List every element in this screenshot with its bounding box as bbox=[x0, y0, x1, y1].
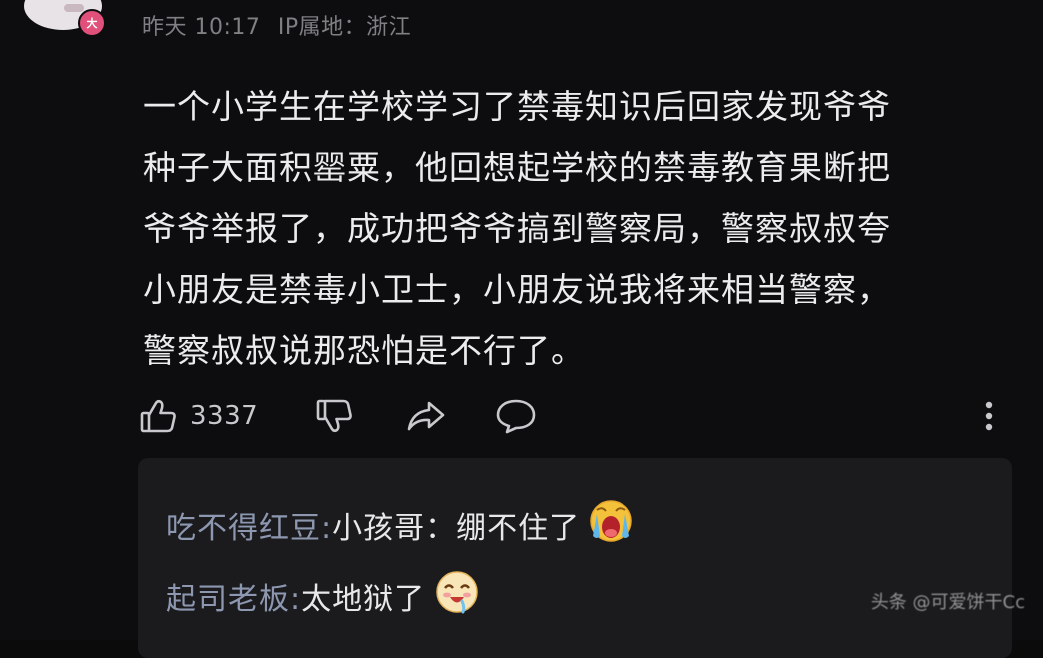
share-arrow-icon bbox=[404, 395, 448, 437]
watermark: 头条 @可爱饼干Cc bbox=[870, 592, 1025, 613]
share-button[interactable] bbox=[404, 392, 448, 440]
comment-line: 爷爷举报了，成功把爷爷搞到警察局，警察叔叔夸 bbox=[143, 209, 891, 248]
crying-emoji-icon bbox=[588, 498, 634, 552]
drooling-emoji-icon bbox=[433, 568, 481, 624]
like-count: 3337 bbox=[190, 401, 259, 431]
comment-line: 种子大面积罂粟，他回想起学校的禁毒教育果断把 bbox=[143, 148, 891, 187]
comment-time: 昨天 10:17 bbox=[142, 15, 261, 40]
level-badge-icon: 大 bbox=[78, 9, 106, 37]
reply-item[interactable]: 起司老板: 太地狱了 bbox=[166, 568, 481, 624]
comment-meta: 昨天 10:17 IP属地：浙江 bbox=[142, 9, 411, 41]
reply-item[interactable]: 吃不得红豆: 小孩哥：绷不住了 bbox=[166, 498, 634, 552]
reply-author[interactable]: 吃不得红豆: bbox=[166, 503, 332, 547]
reply-author[interactable]: 起司老板: bbox=[166, 574, 301, 618]
comment-line: 警察叔叔说那恐怕是不行了。 bbox=[143, 331, 585, 370]
comment-bubble-icon bbox=[494, 395, 538, 437]
replies-panel[interactable]: 吃不得红豆: 小孩哥：绷不住了 起司老板: 太地狱了 bbox=[138, 458, 1012, 658]
like-button[interactable]: 3337 bbox=[138, 392, 258, 440]
reply-text: 小孩哥：绷不住了 bbox=[332, 511, 581, 546]
comment-line: 一个小学生在学校学习了禁毒知识后回家发现爷爷 bbox=[143, 87, 891, 126]
comment-text: 一个小学生在学校学习了禁毒知识后回家发现爷爷 种子大面积罂粟，他回想起学校的禁毒… bbox=[143, 76, 983, 381]
more-vertical-icon bbox=[978, 395, 1000, 437]
comment-screen: 大 昨天 10:17 IP属地：浙江 一个小学生在学校学习了禁毒知识后回家发现爷… bbox=[0, 0, 1043, 658]
reply-button[interactable] bbox=[494, 392, 538, 440]
action-bar: 3337 bbox=[138, 392, 1008, 440]
reply-text: 太地狱了 bbox=[301, 582, 426, 617]
ip-location: IP属地：浙江 bbox=[277, 15, 412, 40]
dislike-button[interactable] bbox=[314, 392, 356, 440]
more-options-button[interactable] bbox=[978, 392, 1000, 440]
comment-line: 小朋友是禁毒小卫士，小朋友说我将来相当警察， bbox=[143, 270, 891, 309]
thumbs-up-icon bbox=[138, 395, 180, 437]
thumbs-down-icon bbox=[314, 395, 356, 437]
